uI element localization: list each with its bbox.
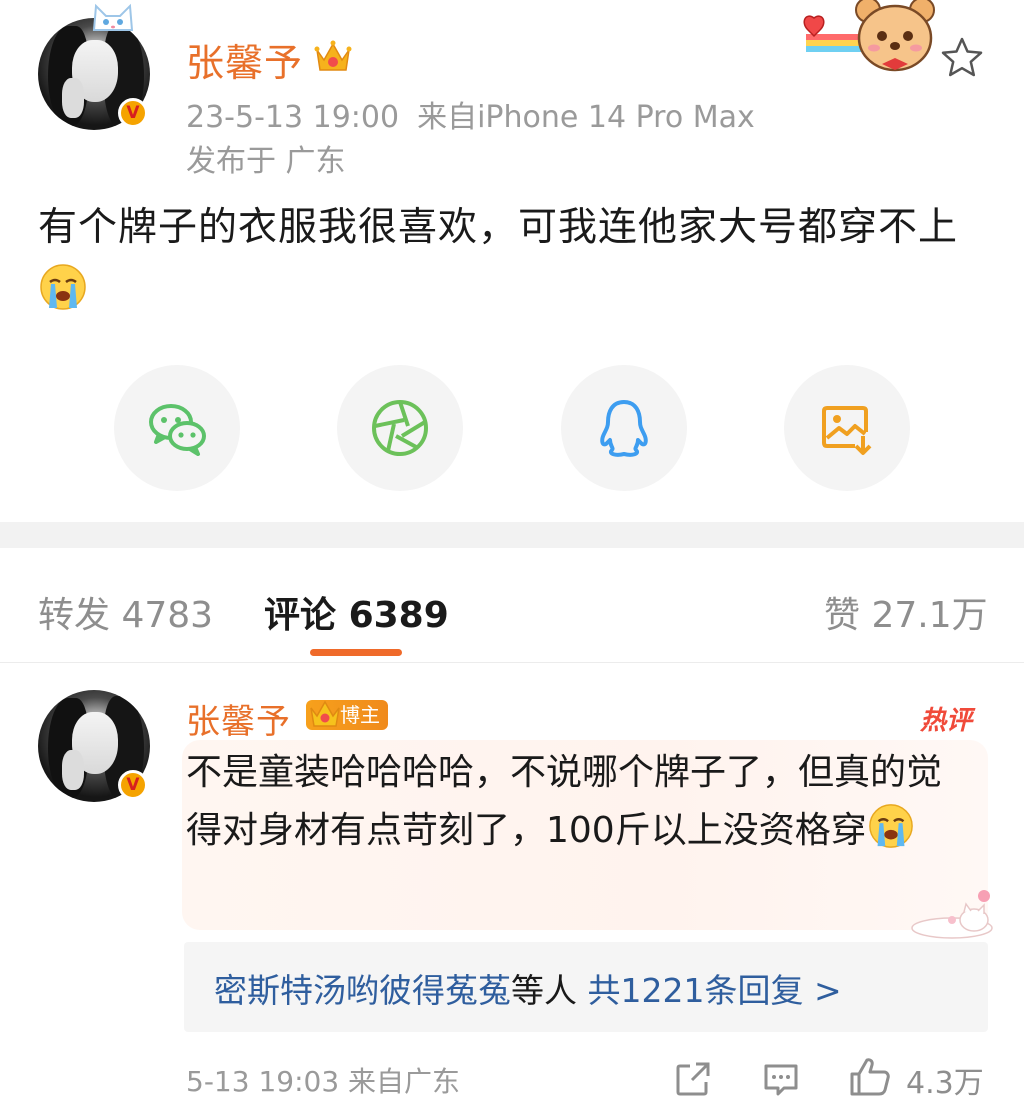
wechat-icon [149,404,206,456]
comment-text: 不是童装哈哈哈哈，不说哪个牌子了，但真的觉得对身材有点苛刻了，100斤以上没资格… [186,752,943,851]
post-content: 有个牌子的衣服我很喜欢，可我连他家大号都穿不上 [38,196,988,324]
reply-others-label: 等人 [511,971,577,1010]
tab-like[interactable]: 赞 27.1万 [824,586,988,638]
like-thumb-icon[interactable] [848,1056,892,1098]
qq-icon [600,400,648,457]
share-wechat-button[interactable] [114,365,240,491]
reply-count-link[interactable]: 共1221条回复 > [588,971,842,1010]
tabs-divider [0,662,1024,663]
bear-sticker-icon [803,0,935,72]
tab-repost[interactable]: 转发 4783 [38,586,213,638]
post-meta: 23-5-13 19:00 来自iPhone 14 Pro Max [186,92,755,136]
blogger-badge-label: 博主 [340,703,380,727]
post-source: 来自iPhone 14 Pro Max [417,100,755,135]
blogger-badge: 博主 [306,700,388,730]
comment-location: 来自广东 [348,1065,461,1098]
tab-comment-count: 6389 [348,595,449,636]
favorite-star-icon[interactable] [940,36,984,78]
moments-icon [372,400,428,456]
tab-comment-label: 评论 [264,595,337,636]
cat-decoration-icon [92,3,134,31]
tab-repost-count: 4783 [121,595,214,636]
comment-content: 不是童装哈哈哈哈，不说哪个牌子了，但真的觉得对身材有点苛刻了，100斤以上没资格… [186,744,976,860]
section-divider [0,522,1024,548]
comment-time: 5-13 19:03 [186,1065,340,1098]
share-qq-button[interactable] [561,365,687,491]
post-location: 发布于 广东 [186,144,346,179]
save-image-icon [822,406,872,455]
comment-icon[interactable] [762,1060,800,1098]
comment-author-name[interactable]: 张馨予 [186,694,291,743]
crown-icon [314,40,352,71]
comment-meta: 5-13 19:03 来自广东 [186,1060,460,1100]
tab-like-label: 赞 [824,595,861,636]
post-timestamp: 23-5-13 19:00 [186,100,400,135]
replies-summary[interactable]: 密斯特汤哟彼得菟菟等人 共1221条回复 > [214,964,842,1012]
share-icon[interactable] [674,1060,712,1098]
tab-comment[interactable]: 评论 6389 [264,586,449,638]
comment-like-count: 4.3万 [906,1066,984,1101]
comment-verified-badge-icon: V [118,770,148,800]
post-text: 有个牌子的衣服我很喜欢，可我连他家大号都穿不上 [38,205,959,250]
reply-user-names[interactable]: 密斯特汤哟彼得菟菟 [214,971,511,1010]
sleeping-cat-sticker-icon [911,890,993,939]
weibo-post-screen: V 张馨予 23-5-13 19:00 来自iPhone 14 Pro Max 发… [0,0,1024,1114]
crown-badge-icon [310,700,340,727]
post-author-name[interactable]: 张馨予 [186,32,303,87]
hot-comment-tag: 热评 [920,706,973,736]
save-image-button[interactable] [784,365,910,491]
crying-emoji-icon [40,264,86,310]
active-tab-indicator [310,649,402,656]
verified-badge-icon: V [118,98,148,128]
share-moments-button[interactable] [337,365,463,491]
tab-like-count: 27.1万 [871,595,988,636]
tab-repost-label: 转发 [38,595,111,636]
crying-emoji-icon [868,804,913,848]
